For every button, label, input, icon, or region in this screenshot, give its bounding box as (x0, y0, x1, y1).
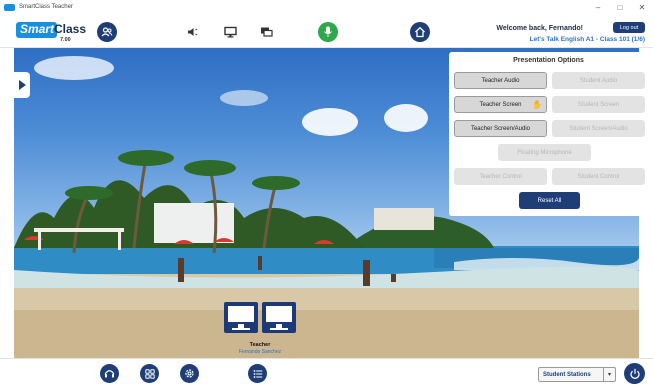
home-icon (415, 26, 425, 38)
drawer-toggle-button[interactable] (14, 72, 30, 98)
headset-button[interactable] (100, 364, 119, 383)
teacher-label: Teacher (249, 342, 271, 348)
power-button[interactable] (624, 363, 645, 384)
reset-all-button[interactable]: Reset All (519, 192, 580, 209)
headset-icon (104, 370, 115, 378)
window-controls: – □ ✕ (587, 0, 653, 14)
speaker-button[interactable] (186, 25, 200, 39)
teacher-station[interactable] (222, 302, 298, 342)
teacher-name: Fernando Sanchez (238, 349, 282, 355)
student-stations-label: Student Stations (543, 371, 591, 378)
teacher-monitor-icon (224, 302, 258, 333)
speaker-icon (188, 28, 198, 36)
microphone-icon (324, 26, 332, 37)
group-icon (101, 27, 113, 37)
minimize-button[interactable]: – (587, 0, 609, 14)
raised-hand-icon: ✋ (532, 100, 542, 109)
teacher-screen-button[interactable]: Teacher Screen ✋ (454, 96, 547, 113)
chat-icon (260, 27, 273, 37)
app-version: 7.00 (60, 37, 71, 43)
student-stations-dropdown[interactable]: Student Stations ▾ (538, 367, 616, 382)
logout-button[interactable]: Log out (613, 22, 645, 33)
home-button[interactable] (410, 22, 430, 42)
teacher-control-button[interactable]: Teacher Control (454, 168, 547, 185)
chevron-down-icon: ▾ (603, 368, 615, 381)
student-screen-button[interactable]: Student Screen (552, 96, 645, 113)
settings-icon (185, 369, 194, 378)
teacher-monitor-icon (262, 302, 296, 333)
teacher-screen-audio-button[interactable]: Teacher Screen/Audio (454, 120, 547, 137)
welcome-message: Welcome back, Fernando! (496, 25, 583, 32)
presentation-options-panel: Presentation Options Teacher Audio Stude… (449, 52, 648, 216)
window-title: SmartClass Teacher (19, 4, 73, 10)
microphone-button[interactable] (318, 22, 338, 42)
teacher-audio-button[interactable]: Teacher Audio (454, 72, 547, 89)
smartclass-logo: Smart Class 7.00 (16, 18, 86, 44)
chat-button[interactable] (259, 25, 273, 39)
maximize-button[interactable]: □ (609, 0, 631, 14)
settings-button[interactable] (180, 364, 199, 383)
header-bar: Smart Class 7.00 Welcome back, Fernando!… (0, 14, 653, 48)
list-button[interactable] (248, 364, 267, 383)
chevron-right-icon (18, 80, 26, 90)
screen-button[interactable] (223, 25, 237, 39)
close-button[interactable]: ✕ (631, 0, 653, 14)
group-button[interactable] (97, 22, 117, 42)
class-name: Let's Talk English A1 - Class 101 (1/6) (529, 36, 645, 43)
student-audio-button[interactable]: Student Audio (552, 72, 645, 89)
window-titlebar: SmartClass Teacher – □ ✕ (0, 0, 653, 14)
floating-microphone-button[interactable]: Floating Microphone (498, 144, 591, 161)
grid-icon (144, 368, 155, 379)
list-icon (253, 369, 262, 378)
grid-button[interactable] (140, 364, 159, 383)
app-icon (4, 3, 15, 11)
footer-bar: Student Stations ▾ (0, 358, 653, 390)
student-screen-audio-button[interactable]: Student Screen/Audio (552, 120, 645, 137)
panel-title: Presentation Options (513, 57, 584, 64)
student-control-button[interactable]: Student Control (552, 168, 645, 185)
power-icon (629, 368, 640, 379)
monitor-icon (223, 26, 237, 38)
